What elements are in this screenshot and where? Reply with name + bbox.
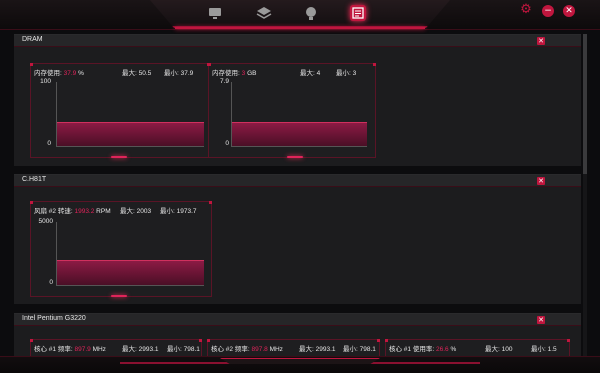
section-close-button[interactable]: ✕ [537, 316, 545, 324]
max-value: 2993.1 [315, 346, 336, 353]
min-value: 1.5 [547, 346, 557, 353]
usage-chart [231, 82, 367, 147]
y-axis-max: 7.9 [219, 78, 229, 85]
bottom-frame [220, 358, 380, 364]
widget-header: 内存使用: 37.9 % 最大: 50.5 最小: 37.9 [34, 67, 206, 77]
min-label: 最小: [164, 70, 179, 77]
usage-fill [232, 121, 367, 146]
fan-speed-chart [56, 222, 204, 286]
y-axis-max: 5000 [38, 218, 53, 225]
minimize-button[interactable]: − [542, 5, 554, 17]
metric-label: 核心 #2 频率: [211, 346, 250, 353]
y-axis-min: 0 [225, 140, 229, 147]
section-close-button[interactable]: ✕ [537, 177, 545, 185]
vertical-scrollbar[interactable] [583, 34, 587, 356]
metric-value: 1993.2 [74, 208, 95, 215]
max-value: 2993.1 [138, 346, 159, 353]
min-value: 3 [352, 70, 357, 77]
min-label: 最小: [531, 346, 546, 353]
y-axis-max: 100 [40, 78, 51, 85]
max-label: 最大: [120, 208, 135, 215]
min-label: 最小: [167, 346, 182, 353]
section-close-button[interactable]: ✕ [537, 37, 545, 45]
metric-unit: % [78, 70, 84, 77]
metric-unit: MHz [269, 346, 283, 353]
min-value: 1973.7 [176, 208, 197, 215]
core2-frequency-widget: 核心 #2 频率: 897.8 MHz 最大: 2993.1 最小: 798.1 [207, 339, 380, 356]
widget-glow [287, 156, 303, 158]
max-value: 4 [316, 70, 321, 77]
widget-glow [111, 295, 127, 297]
usage-fill [57, 121, 204, 146]
metric-label: 风扇 #2 转速: [34, 208, 73, 215]
metric-unit: RPM [96, 208, 111, 215]
y-axis-min: 0 [49, 279, 53, 286]
min-value: 798.1 [183, 346, 200, 353]
metric-value: 897.9 [74, 346, 91, 353]
section-header: DRAM ✕ [14, 35, 581, 47]
metric-value: 37.9 [63, 70, 77, 77]
nav-accent-line [175, 27, 425, 29]
metric-unit: MHz [92, 346, 106, 353]
fan-speed-widget: 风扇 #2 转速: 1993.2 RPM 最大: 2003 最小: 1973.7… [30, 201, 212, 297]
core1-frequency-widget: 核心 #1 频率: 897.9 MHz 最大: 2993.1 最小: 798.1 [30, 339, 202, 356]
widget-header: 核心 #1 使用率: 26.6 % 最大: 100 最小: 1.5 [389, 343, 566, 353]
section-motherboard: C.H81T ✕ 风扇 #2 转速: 1993.2 RPM 最大: 2003 最… [14, 174, 581, 304]
metric-value: 897.8 [251, 346, 268, 353]
max-label: 最大: [485, 346, 500, 353]
memory-usage-percent-widget: 内存使用: 37.9 % 最大: 50.5 最小: 37.9 100 0 [30, 63, 210, 158]
sensor-list: DRAM ✕ 内存使用: 37.9 % 最大: 50.5 最小: 37.9 10… [14, 34, 581, 356]
usage-chart [56, 82, 204, 147]
close-button[interactable]: ✕ [563, 5, 575, 17]
widget-header: 核心 #2 频率: 897.8 MHz 最大: 2993.1 最小: 798.1 [211, 343, 376, 353]
title-bar: ⚙ − ✕ [0, 0, 600, 30]
min-value: 37.9 [180, 70, 194, 77]
metric-label: 核心 #1 频率: [34, 346, 73, 353]
layers-icon[interactable] [256, 5, 272, 21]
fan-speed-fill [57, 259, 204, 285]
settings-icon[interactable]: ⚙ [520, 3, 532, 16]
section-cpu: Intel Pentium G3220 ✕ 核心 #1 频率: 897.9 MH… [14, 313, 581, 356]
scroll-thumb[interactable] [583, 34, 587, 174]
y-axis-min: 0 [47, 140, 51, 147]
bulb-icon[interactable] [303, 5, 319, 21]
min-label: 最小: [336, 70, 351, 77]
nav-frame [150, 0, 450, 28]
section-header: C.H81T ✕ [14, 175, 581, 187]
section-title: DRAM [22, 36, 43, 43]
metric-label: 内存使用: [34, 70, 62, 77]
widget-header: 内存使用: 3 GB 最大: 4 最小: 3 [212, 67, 372, 77]
max-value: 2003 [136, 208, 152, 215]
section-header: Intel Pentium G3220 ✕ [14, 314, 581, 326]
core1-usage-widget: 核心 #1 使用率: 26.6 % 最大: 100 最小: 1.5 [385, 339, 570, 356]
min-label: 最小: [343, 346, 358, 353]
min-value: 798.1 [359, 346, 376, 353]
max-label: 最大: [122, 346, 137, 353]
max-label: 最大: [299, 346, 314, 353]
widget-header: 核心 #1 频率: 897.9 MHz 最大: 2993.1 最小: 798.1 [34, 343, 200, 353]
max-label: 最大: [122, 70, 137, 77]
section-title: Intel Pentium G3220 [22, 315, 86, 322]
memory-usage-gb-widget: 内存使用: 3 GB 最大: 4 最小: 3 7.9 0 [208, 63, 376, 158]
min-label: 最小: [160, 208, 175, 215]
metric-unit: % [450, 346, 457, 353]
metric-unit: GB [247, 70, 257, 77]
max-value: 100 [501, 346, 513, 353]
monitor-icon[interactable] [207, 5, 223, 21]
max-value: 50.5 [138, 70, 152, 77]
widget-header: 风扇 #2 转速: 1993.2 RPM 最大: 2003 最小: 1973.7 [34, 205, 208, 215]
sensor-panel-icon[interactable] [350, 5, 366, 21]
max-label: 最大: [300, 70, 315, 77]
metric-value: 26.6 [435, 346, 449, 353]
section-title: C.H81T [22, 176, 47, 183]
widget-glow [111, 156, 127, 158]
metric-label: 核心 #1 使用率: [389, 346, 435, 353]
metric-value: 3 [241, 70, 246, 77]
metric-label: 内存使用: [212, 70, 240, 77]
section-dram: DRAM ✕ 内存使用: 37.9 % 最大: 50.5 最小: 37.9 10… [14, 34, 581, 166]
